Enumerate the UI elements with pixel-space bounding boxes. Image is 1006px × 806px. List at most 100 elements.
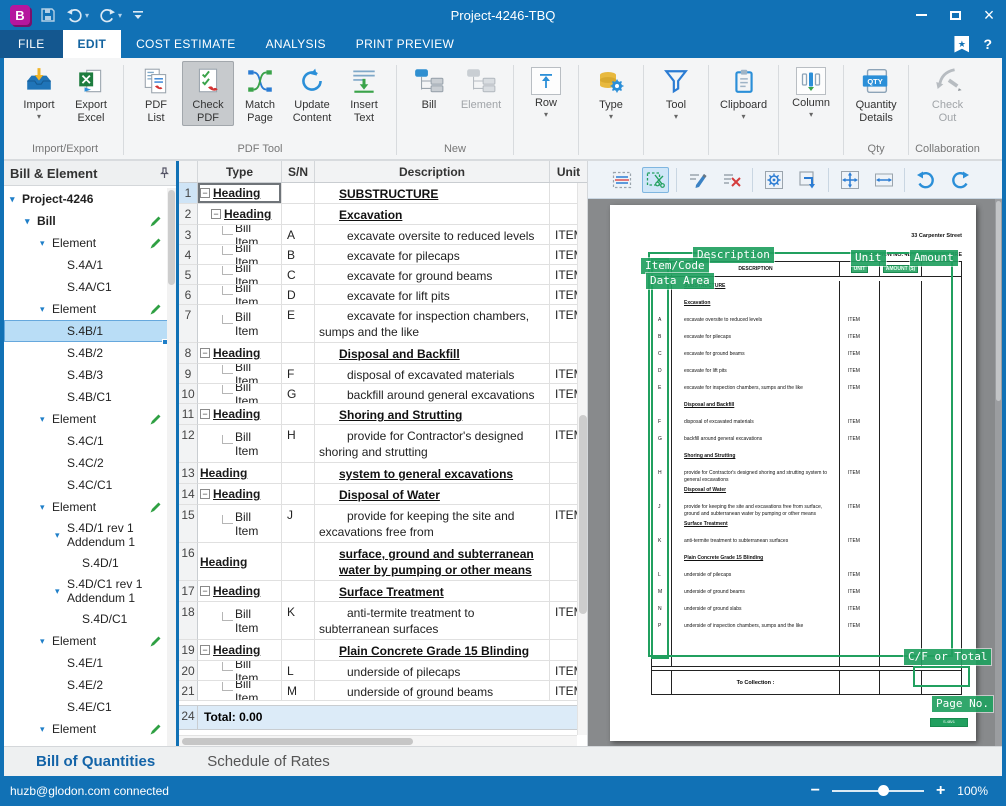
- type-cell[interactable]: Bill Item: [198, 265, 282, 285]
- row-number[interactable]: 5: [179, 265, 198, 285]
- sn-cell[interactable]: [282, 183, 315, 204]
- grid-row-3[interactable]: 3Bill ItemAexcavate oversite to reduced …: [179, 225, 587, 245]
- grid-row-16[interactable]: 16Headingsurface, ground and subterranea…: [179, 543, 587, 581]
- description-cell[interactable]: Disposal of Water: [315, 484, 550, 505]
- new-bill-button[interactable]: Bill: [403, 61, 455, 113]
- tree-item-s-4c-1[interactable]: S.4C/1: [4, 430, 176, 452]
- row-number[interactable]: 20: [179, 661, 198, 681]
- sn-cell[interactable]: [282, 640, 315, 661]
- update-content-button[interactable]: Update Content: [286, 61, 338, 126]
- mark-area-icon[interactable]: [608, 167, 635, 193]
- grid-row-7[interactable]: 7Bill ItemEexcavate for inspection chamb…: [179, 305, 587, 343]
- tree-expand-caret-icon[interactable]: ▾: [40, 724, 52, 735]
- description-cell[interactable]: excavate for lift pits: [315, 285, 550, 305]
- tool-button[interactable]: Tool ▾: [650, 61, 702, 122]
- grid-row-20[interactable]: 20Bill ItemLunderside of pilecapsITEM: [179, 661, 587, 681]
- type-cell[interactable]: −Heading: [198, 484, 282, 505]
- cf-total-region[interactable]: [913, 666, 970, 687]
- type-cell[interactable]: −Heading: [198, 640, 282, 661]
- row-number[interactable]: 15: [179, 505, 198, 543]
- tree-expand-caret-icon[interactable]: ▾: [40, 304, 52, 315]
- grid-vscroll-thumb[interactable]: [579, 415, 587, 614]
- tree-expand-caret-icon[interactable]: ▾: [55, 530, 67, 541]
- tree-expand-caret-icon[interactable]: ▾: [40, 636, 52, 647]
- tree-item-s-4a-c1[interactable]: S.4A/C1: [4, 276, 176, 298]
- viewer-scrollbar-thumb[interactable]: [996, 201, 1001, 401]
- type-cell[interactable]: Bill Item: [198, 364, 282, 384]
- delete-area-icon[interactable]: [718, 167, 745, 193]
- row-number[interactable]: 19: [179, 640, 198, 661]
- clipboard-button[interactable]: Clipboard ▾: [715, 61, 772, 122]
- undo-button[interactable]: ▾: [66, 8, 89, 23]
- description-cell[interactable]: system to general excavations: [315, 463, 550, 484]
- tree-item-s-4b-2[interactable]: S.4B/2: [4, 342, 176, 364]
- sn-cell[interactable]: G: [282, 384, 315, 404]
- description-cell[interactable]: excavate for pilecaps: [315, 245, 550, 265]
- area-settings-icon[interactable]: [760, 167, 787, 193]
- row-number[interactable]: 2: [179, 204, 198, 225]
- grid-row-19[interactable]: 19−HeadingPlain Concrete Grade 15 Blindi…: [179, 640, 587, 661]
- grid-row-9[interactable]: 9Bill ItemFdisposal of excavated materia…: [179, 364, 587, 384]
- tree-item-s-4d-c1-rev-1[interactable]: ▾S.4D/C1 rev 1 Addendum 1: [4, 574, 176, 608]
- tree-item-element[interactable]: ▾Element: [4, 408, 176, 430]
- type-button[interactable]: Type ▾: [585, 61, 637, 122]
- type-cell[interactable]: −Heading: [198, 581, 282, 602]
- col-header-description[interactable]: Description: [315, 161, 550, 182]
- type-cell[interactable]: Bill Item: [198, 305, 282, 343]
- customize-quick-access-button[interactable]: [132, 9, 144, 21]
- collapse-icon[interactable]: −: [200, 409, 210, 419]
- tree-item-element[interactable]: ▾Element: [4, 718, 176, 740]
- type-cell[interactable]: −Heading: [198, 183, 282, 204]
- tree-item-s-4b-c1[interactable]: S.4B/C1: [4, 386, 176, 408]
- edit-pencil-icon[interactable]: [149, 237, 162, 250]
- save-button[interactable]: [40, 7, 56, 23]
- tree-item-s-4e-c1[interactable]: S.4E/C1: [4, 696, 176, 718]
- zoom-in-button[interactable]: +: [936, 782, 945, 800]
- tab-analysis[interactable]: ANALYSIS: [251, 30, 341, 58]
- grid-row-13[interactable]: 13Heading system to general excavations: [179, 463, 587, 484]
- pin-icon[interactable]: [159, 167, 170, 179]
- col-header-unit[interactable]: Unit: [550, 161, 588, 182]
- tree-item-s-4a-1[interactable]: S.4A/1: [4, 254, 176, 276]
- collapse-icon[interactable]: −: [200, 489, 210, 499]
- type-cell[interactable]: Bill Item: [198, 285, 282, 305]
- description-cell[interactable]: Disposal and Backfill: [315, 343, 550, 364]
- row-number[interactable]: 17: [179, 581, 198, 602]
- row-number[interactable]: 13: [179, 463, 198, 484]
- fit-page-icon[interactable]: [836, 167, 863, 193]
- viewer-scrollbar[interactable]: [995, 199, 1002, 746]
- redo-button[interactable]: ▾: [99, 8, 122, 23]
- match-page-button[interactable]: Match Page: [234, 61, 286, 126]
- collapse-icon[interactable]: −: [200, 645, 210, 655]
- description-cell[interactable]: underside of pilecaps: [315, 661, 550, 681]
- edit-area-icon[interactable]: [684, 167, 711, 193]
- grid-row-12[interactable]: 12Bill ItemHprovide for Contractor's des…: [179, 425, 587, 463]
- zoom-out-button[interactable]: −: [811, 782, 820, 800]
- fit-width-icon[interactable]: [870, 167, 897, 193]
- zoom-slider-thumb[interactable]: [878, 785, 889, 796]
- description-cell[interactable]: provide for keeping the site and excavat…: [315, 505, 550, 543]
- type-cell[interactable]: Bill Item: [198, 681, 282, 701]
- description-cell[interactable]: excavate oversite to reduced levels: [315, 225, 550, 245]
- type-cell[interactable]: Bill Item: [198, 384, 282, 404]
- undo-icon[interactable]: [912, 167, 939, 193]
- tree-expand-caret-icon[interactable]: ▾: [40, 502, 52, 513]
- row-number[interactable]: 1: [179, 183, 198, 204]
- sn-cell[interactable]: B: [282, 245, 315, 265]
- description-cell[interactable]: underside of ground beams: [315, 681, 550, 701]
- edit-pencil-icon[interactable]: [149, 413, 162, 426]
- row-number[interactable]: 7: [179, 305, 198, 343]
- description-cell[interactable]: excavate for inspection chambers, sumps …: [315, 305, 550, 343]
- row-button[interactable]: Row ▾: [520, 61, 572, 120]
- bookmark-icon[interactable]: ★: [954, 36, 969, 53]
- sn-cell[interactable]: L: [282, 661, 315, 681]
- type-cell[interactable]: Heading: [198, 463, 282, 484]
- tree-item-element[interactable]: ▾Element: [4, 298, 176, 320]
- tree-item-s-4b-1[interactable]: S.4B/1: [4, 320, 176, 342]
- zoom-slider[interactable]: [832, 790, 924, 792]
- collapse-icon[interactable]: −: [200, 188, 210, 198]
- tree-expand-caret-icon[interactable]: ▾: [55, 586, 67, 597]
- grid-row-11[interactable]: 11−HeadingShoring and Strutting: [179, 404, 587, 425]
- check-pdf-button[interactable]: Check PDF: [182, 61, 234, 126]
- type-cell[interactable]: Heading: [198, 543, 282, 581]
